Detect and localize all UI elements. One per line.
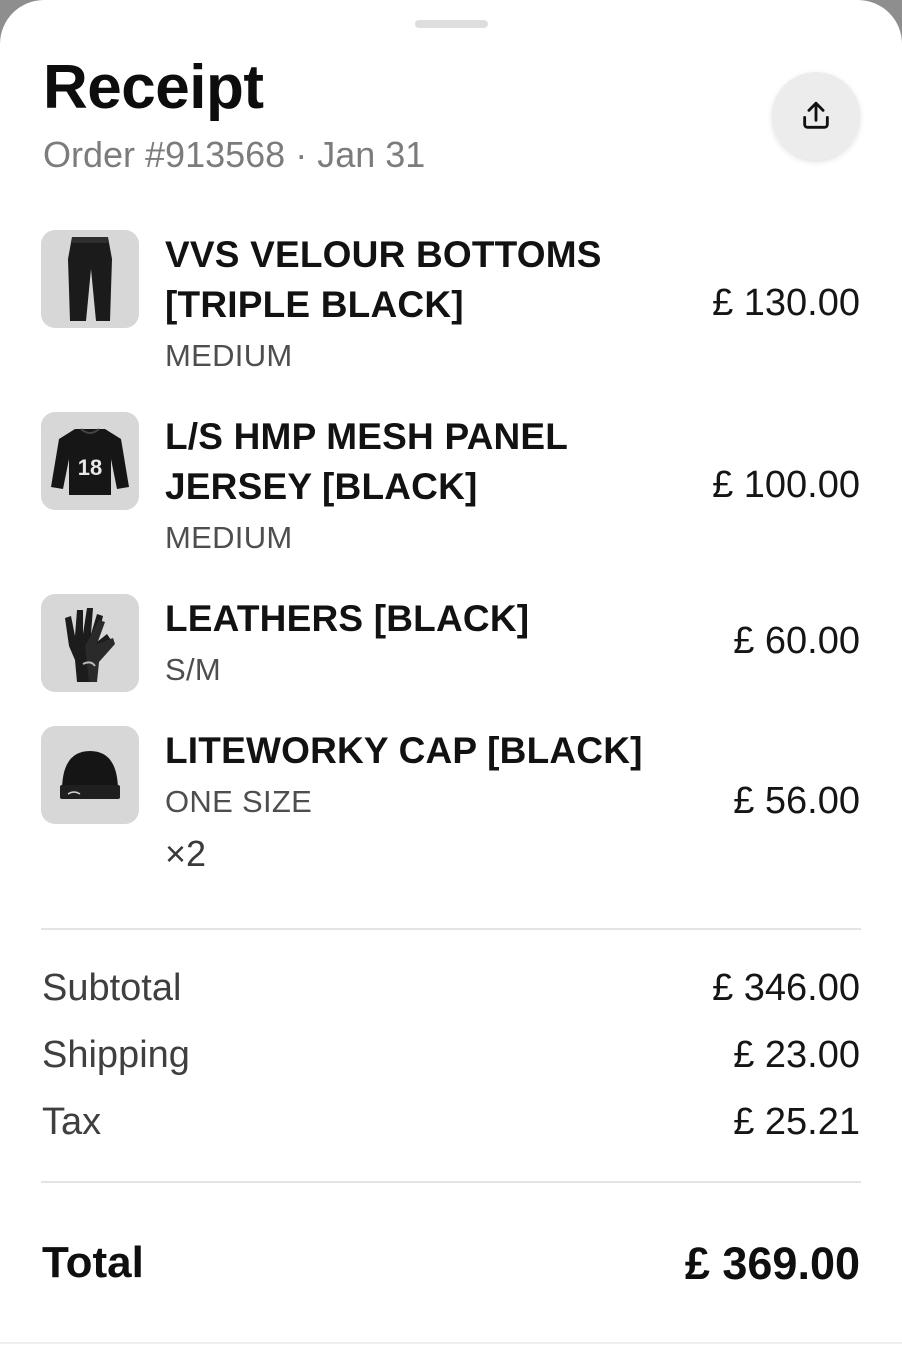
subtotal-value: £ 346.00 bbox=[712, 967, 860, 1009]
item-name: VVS VELOUR BOTTOMS [TRIPLE BLACK] bbox=[165, 234, 602, 325]
item-price: £ 100.00 bbox=[712, 464, 860, 506]
tax-value: £ 25.21 bbox=[733, 1101, 860, 1143]
item-quantity: ×2 bbox=[165, 833, 207, 874]
line-item[interactable]: VVS VELOUR BOTTOMS [TRIPLE BLACK] MEDIUM… bbox=[41, 230, 861, 380]
item-price: £ 56.00 bbox=[733, 780, 860, 822]
total-value: £ 369.00 bbox=[684, 1238, 860, 1289]
item-variant: MEDIUM bbox=[165, 338, 293, 373]
item-variant: ONE SIZE bbox=[165, 784, 313, 819]
item-name: LEATHERS [BLACK] bbox=[165, 598, 530, 639]
item-variant: S/M bbox=[165, 652, 222, 687]
summary-divider bbox=[41, 1181, 861, 1183]
page-title: Receipt bbox=[43, 53, 264, 122]
shipping-value: £ 23.00 bbox=[733, 1034, 860, 1076]
item-variant: MEDIUM bbox=[165, 520, 293, 555]
subtotal-label: Subtotal bbox=[42, 967, 182, 1009]
jersey-number: 18 bbox=[78, 455, 102, 480]
mesh-jersey-thumbnail: 18 bbox=[41, 412, 139, 510]
total-label: Total bbox=[42, 1238, 144, 1287]
share-upload-icon bbox=[803, 101, 829, 129]
subtitle-separator: · bbox=[295, 134, 308, 175]
line-item[interactable]: 18 L/S HMP MESH PANEL JERSEY [BLACK] MED… bbox=[41, 412, 861, 562]
shipping-label: Shipping bbox=[42, 1034, 190, 1076]
beanie-cap-thumbnail bbox=[41, 726, 139, 824]
share-button[interactable] bbox=[772, 72, 860, 160]
leather-gloves-thumbnail bbox=[41, 594, 139, 692]
bottom-divider bbox=[0, 1342, 902, 1344]
item-name: L/S HMP MESH PANEL JERSEY [BLACK] bbox=[165, 416, 568, 507]
items-divider bbox=[41, 928, 861, 930]
sheet-drag-handle[interactable] bbox=[415, 20, 488, 28]
order-subtitle: Order #913568 · Jan 31 bbox=[43, 134, 425, 176]
item-price: £ 60.00 bbox=[733, 620, 860, 662]
line-item[interactable]: LITEWORKY CAP [BLACK] ONE SIZE ×2 £ 56.0… bbox=[41, 726, 861, 881]
velour-bottoms-thumbnail bbox=[41, 230, 139, 328]
tax-label: Tax bbox=[42, 1101, 102, 1143]
item-name: LITEWORKY CAP [BLACK] bbox=[165, 730, 643, 771]
item-price: £ 130.00 bbox=[712, 282, 860, 324]
receipt-sheet: Receipt Order #913568 · Jan 31 VVS VELOUR … bbox=[0, 0, 902, 1350]
order-date: Jan 31 bbox=[317, 134, 426, 175]
order-number: Order #913568 bbox=[43, 134, 286, 175]
line-item[interactable]: LEATHERS [BLACK] S/M £ 60.00 bbox=[41, 594, 861, 694]
